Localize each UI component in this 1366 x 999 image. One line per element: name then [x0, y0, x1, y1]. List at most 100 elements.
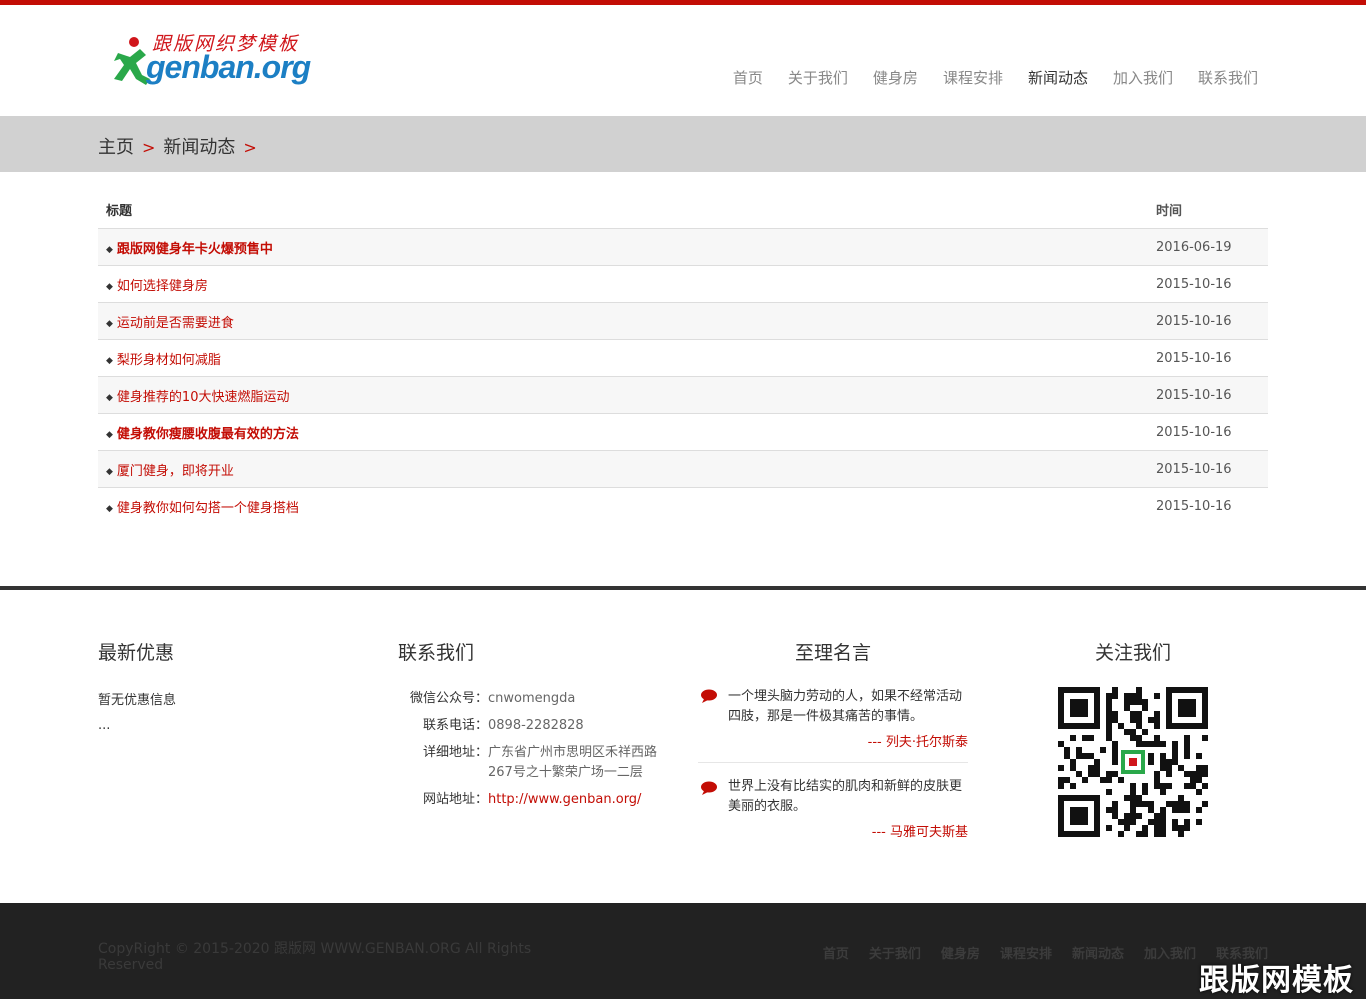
quote-item: 世界上没有比结实的肌肉和新鲜的皮肤更美丽的衣服。 --- 马雅可夫斯基: [698, 762, 968, 840]
table-row: ◆ 运动前是否需要进食 2015-10-16: [98, 303, 1268, 340]
column-header-time: 时间: [1156, 204, 1183, 219]
diamond-bullet-icon: ◆: [106, 392, 113, 403]
breadcrumb-current[interactable]: 新闻动态: [163, 137, 235, 158]
speech-bubble-icon: [701, 689, 717, 703]
news-table: 标题 时间 ◆ 跟版网健身年卡火爆预售中 2016-06-19 ◆ 如何选择健身房 201…: [98, 191, 1268, 525]
breadcrumb-separator: >: [142, 138, 156, 157]
diamond-bullet-icon: ◆: [106, 244, 113, 255]
footer-contact: 联系我们 微信公众号： cnwomengda 联系电话： 0898-228282…: [398, 638, 688, 817]
news-title-link[interactable]: 跟版网健身年卡火爆预售中: [117, 242, 273, 257]
news-title-cell: ◆ 健身教你瘦腰收腹最有效的方法: [98, 423, 1156, 442]
news-title-link[interactable]: 如何选择健身房: [117, 279, 208, 294]
contact-value: cnwomengda: [488, 691, 576, 706]
breadcrumb-separator: >: [243, 138, 257, 157]
news-title-cell: ◆ 如何选择健身房: [98, 275, 1156, 294]
news-title-link[interactable]: 厦门健身，即将开业: [117, 464, 234, 479]
footer-promo: 最新优惠 暂无优惠信息 ...: [98, 638, 358, 733]
watermark-text: 跟版网模板: [1199, 963, 1354, 998]
nav-item-about[interactable]: 关于我们: [788, 67, 848, 88]
breadcrumb: 主页 > 新闻动态 >: [98, 133, 265, 159]
footer-nav-news[interactable]: 新闻动态: [1072, 943, 1124, 962]
news-date: 2015-10-16: [1156, 424, 1232, 440]
speech-bubble-icon: [701, 781, 717, 795]
quote-author: --- 马雅可夫斯基: [871, 825, 968, 840]
footer-follow: 关注我们: [1040, 638, 1226, 837]
contact-label: 详细地址：: [422, 745, 488, 760]
news-date: 2015-10-16: [1156, 387, 1232, 403]
table-row: ◆ 健身教你如何勾搭一个健身搭档 2015-10-16: [98, 488, 1268, 525]
news-title-link[interactable]: 健身推荐的10大快速燃脂运动: [117, 390, 290, 405]
breadcrumb-bar: 主页 > 新闻动态 >: [0, 116, 1366, 172]
column-header-title: 标题: [106, 204, 133, 219]
nav-item-home[interactable]: 首页: [733, 67, 763, 88]
news-title-cell: ◆ 健身推荐的10大快速燃脂运动: [98, 386, 1156, 405]
diamond-bullet-icon: ◆: [106, 429, 113, 440]
contact-address: 详细地址： 广东省广州市思明区禾祥西路267号之十繁荣广场一二层: [398, 743, 688, 783]
news-date: 2015-10-16: [1156, 461, 1232, 477]
table-row: ◆ 健身推荐的10大快速燃脂运动 2015-10-16: [98, 377, 1268, 414]
quote-text: 一个埋头脑力劳动的人，如果不经常活动四肢，那是一件极其痛苦的事情。: [728, 689, 963, 724]
diamond-bullet-icon: ◆: [106, 504, 113, 514]
nav-item-schedule[interactable]: 课程安排: [943, 67, 1003, 88]
footer-info: 最新优惠 暂无优惠信息 ... 联系我们 微信公众号： cnwomengda 联…: [0, 586, 1366, 903]
table-row: ◆ 健身教你瘦腰收腹最有效的方法 2015-10-16: [98, 414, 1268, 451]
contact-value: 广东省广州市思明区禾祥西路267号之十繁荣广场一二层: [488, 745, 658, 780]
contact-label: 网站地址：: [422, 792, 488, 807]
follow-title: 关注我们: [1094, 642, 1171, 664]
table-row: ◆ 如何选择健身房 2015-10-16: [98, 266, 1268, 303]
footer-bottom: CopyRight © 2015-2020 跟版网 WWW.GENBAN.ORG…: [0, 903, 1366, 999]
news-date: 2015-10-16: [1156, 499, 1232, 514]
table-row: ◆ 梨形身材如何减脂 2015-10-16: [98, 340, 1268, 377]
quote-author: --- 列夫·托尔斯泰: [867, 735, 968, 750]
diamond-bullet-icon: ◆: [106, 466, 113, 477]
table-row: ◆ 跟版网健身年卡火爆预售中 2016-06-19: [98, 229, 1268, 266]
news-date: 2015-10-16: [1156, 350, 1232, 366]
contact-phone: 联系电话： 0898-2282828: [398, 716, 688, 736]
diamond-bullet-icon: ◆: [106, 281, 113, 292]
news-title-link[interactable]: 运动前是否需要进食: [117, 316, 234, 331]
contact-label: 联系电话：: [422, 718, 488, 733]
news-title-cell: ◆ 运动前是否需要进食: [98, 312, 1156, 331]
quote-item: 一个埋头脑力劳动的人，如果不经常活动四肢，那是一件极其痛苦的事情。 --- 列夫…: [698, 687, 968, 750]
news-title-cell: ◆ 健身教你如何勾搭一个健身搭档: [98, 497, 1156, 516]
breadcrumb-home[interactable]: 主页: [98, 137, 134, 158]
news-date: 2015-10-16: [1156, 313, 1232, 329]
footer-nav-gym[interactable]: 健身房: [941, 943, 980, 962]
diamond-bullet-icon: ◆: [106, 318, 113, 329]
qr-code-icon: [1058, 687, 1208, 837]
contact-website: 网站地址： http://www.genban.org/: [398, 790, 688, 810]
contact-value: 0898-2282828: [488, 718, 584, 733]
news-title-cell: ◆ 厦门健身，即将开业: [98, 460, 1156, 479]
footer-nav-about[interactable]: 关于我们: [869, 943, 921, 962]
nav-item-news[interactable]: 新闻动态: [1028, 67, 1088, 88]
news-title-cell: ◆ 跟版网健身年卡火爆预售中: [98, 238, 1156, 257]
quote-text: 世界上没有比结实的肌肉和新鲜的皮肤更美丽的衣服。: [728, 779, 963, 814]
promo-text: 暂无优惠信息: [98, 693, 177, 708]
news-date: 2015-10-16: [1156, 276, 1232, 292]
qr-code-image: [1058, 687, 1208, 837]
nav-item-join[interactable]: 加入我们: [1113, 67, 1173, 88]
footer-nav-schedule[interactable]: 课程安排: [1000, 943, 1052, 962]
contact-title: 联系我们: [398, 642, 475, 664]
nav-item-gym[interactable]: 健身房: [873, 67, 918, 88]
footer-nav-home[interactable]: 首页: [823, 943, 849, 962]
news-title-link[interactable]: 健身教你瘦腰收腹最有效的方法: [117, 427, 299, 442]
main-nav: 首页 关于我们 健身房 课程安排 新闻动态 加入我们 联系我们: [708, 67, 1258, 88]
logo-domain: genban.org: [146, 49, 311, 85]
nav-item-contact[interactable]: 联系我们: [1198, 67, 1258, 88]
quotes-title: 至理名言: [794, 642, 871, 664]
footer-nav-join[interactable]: 加入我们: [1144, 943, 1196, 962]
news-date: 2016-06-19: [1156, 239, 1232, 255]
table-row: ◆ 厦门健身，即将开业 2015-10-16: [98, 451, 1268, 488]
footer-quotes: 至理名言 一个埋头脑力劳动的人，如果不经常活动四肢，那是一件极其痛苦的事情。 -…: [698, 638, 968, 840]
website-link[interactable]: http://www.genban.org/: [488, 790, 641, 810]
site-logo[interactable]: 跟版网织梦模板 genban.org: [112, 29, 312, 93]
news-title-link[interactable]: 健身教你如何勾搭一个健身搭档: [117, 501, 299, 516]
promo-more: ...: [98, 718, 111, 733]
news-title-link[interactable]: 梨形身材如何减脂: [117, 353, 221, 368]
news-title-cell: ◆ 梨形身材如何减脂: [98, 349, 1156, 368]
contact-label: 微信公众号：: [409, 691, 488, 706]
site-header: 跟版网织梦模板 genban.org 首页 关于我们 健身房 课程安排 新闻动态…: [0, 5, 1366, 116]
contact-wechat: 微信公众号： cnwomengda: [398, 689, 688, 709]
promo-title: 最新优惠: [98, 642, 175, 664]
